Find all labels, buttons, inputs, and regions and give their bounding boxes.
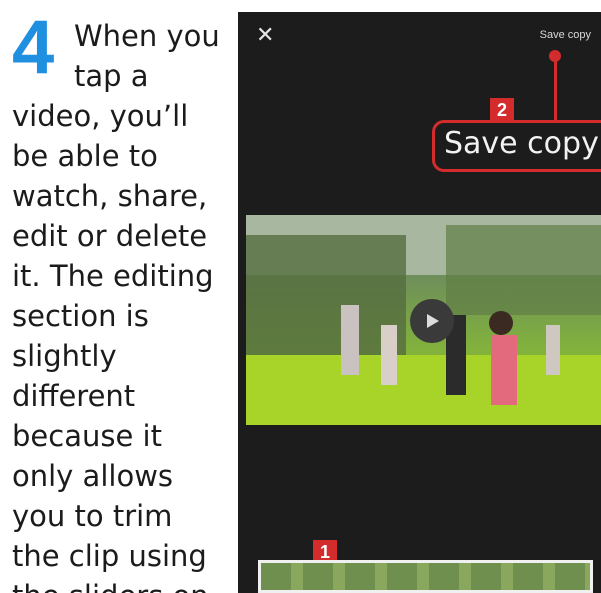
step-line: video, you’ll xyxy=(12,99,189,133)
step-line: When you xyxy=(74,19,220,53)
trim-filmstrip[interactable] xyxy=(258,560,593,593)
play-icon xyxy=(427,314,439,328)
step-line: because it xyxy=(12,419,162,453)
video-editor-screenshot: ✕ Save copy 2 Save copy 1 xyxy=(238,12,601,593)
step-line: slightly xyxy=(12,339,117,373)
close-icon[interactable]: ✕ xyxy=(256,24,274,46)
step-line: section is xyxy=(12,299,149,333)
save-copy-button[interactable]: Save copy xyxy=(540,29,591,41)
step-line: different xyxy=(12,379,136,413)
video-preview[interactable] xyxy=(246,215,601,425)
step-line: tap a xyxy=(74,59,149,93)
step-line: the sliders on xyxy=(12,576,209,593)
step-line: the clip using xyxy=(12,539,207,573)
step-line: edit or delete xyxy=(12,219,208,253)
step-line: you to trim xyxy=(12,499,173,533)
callout-save-copy-label: Save copy xyxy=(444,126,599,161)
step-line: it. The editing xyxy=(12,259,214,293)
instruction-text: 4 When you tap a video, you’ll be able t… xyxy=(12,12,227,593)
step-line: be able to xyxy=(12,139,158,173)
callout-badge-2: 2 xyxy=(490,98,514,122)
step-number: 4 xyxy=(12,12,55,90)
step-line: only allows xyxy=(12,459,174,493)
step-line: watch, share, xyxy=(12,179,208,213)
callout-pin-line xyxy=(554,56,557,120)
